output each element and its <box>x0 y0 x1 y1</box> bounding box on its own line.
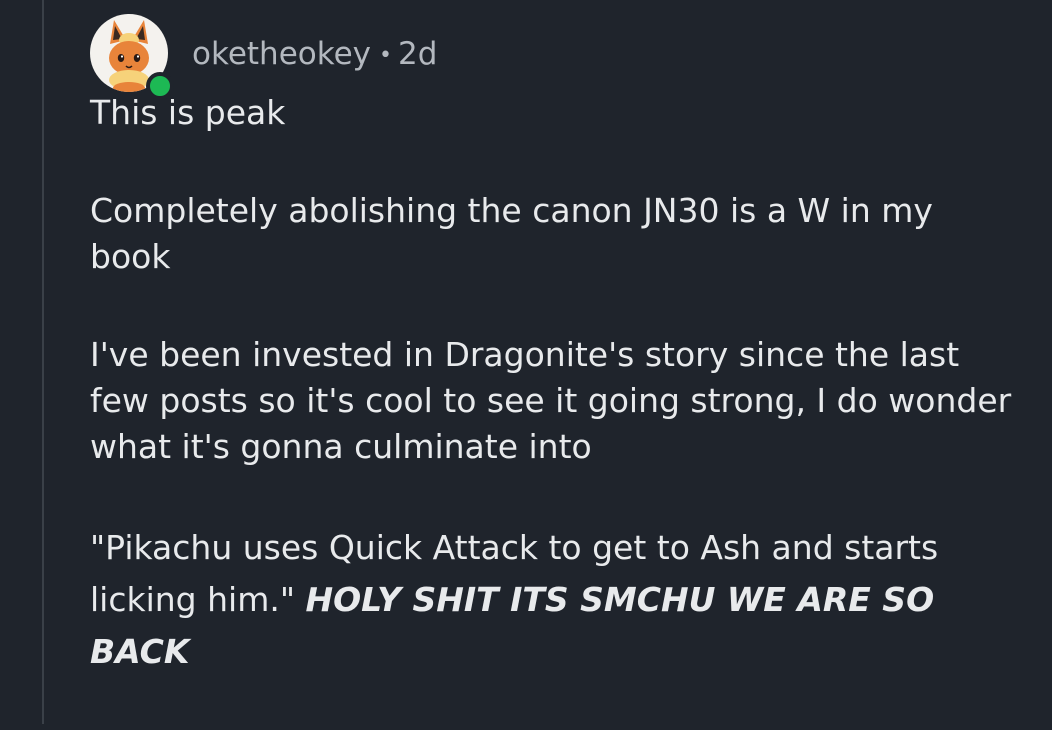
comment-paragraph: "Pikachu uses Quick Attack to get to Ash… <box>90 522 1020 678</box>
comment-paragraph: Completely abolishing the canon JN30 is … <box>90 191 933 276</box>
comment: oketheokey • 2d This is peak Completely ab… <box>90 14 1020 730</box>
comment-paragraph: I've been invested in Dragonite's story … <box>90 335 1012 466</box>
online-status-indicator <box>146 72 174 100</box>
username-link[interactable]: oketheokey <box>192 36 371 72</box>
comment-header: oketheokey • 2d <box>90 14 1020 100</box>
meta-separator: • <box>379 43 392 68</box>
comment-meta: oketheokey • 2d <box>192 36 437 72</box>
thread-line <box>42 0 44 724</box>
comment-age: 2d <box>397 36 438 72</box>
comment-body: This is peak Completely abolishing the c… <box>90 90 1020 678</box>
avatar[interactable] <box>90 14 174 100</box>
